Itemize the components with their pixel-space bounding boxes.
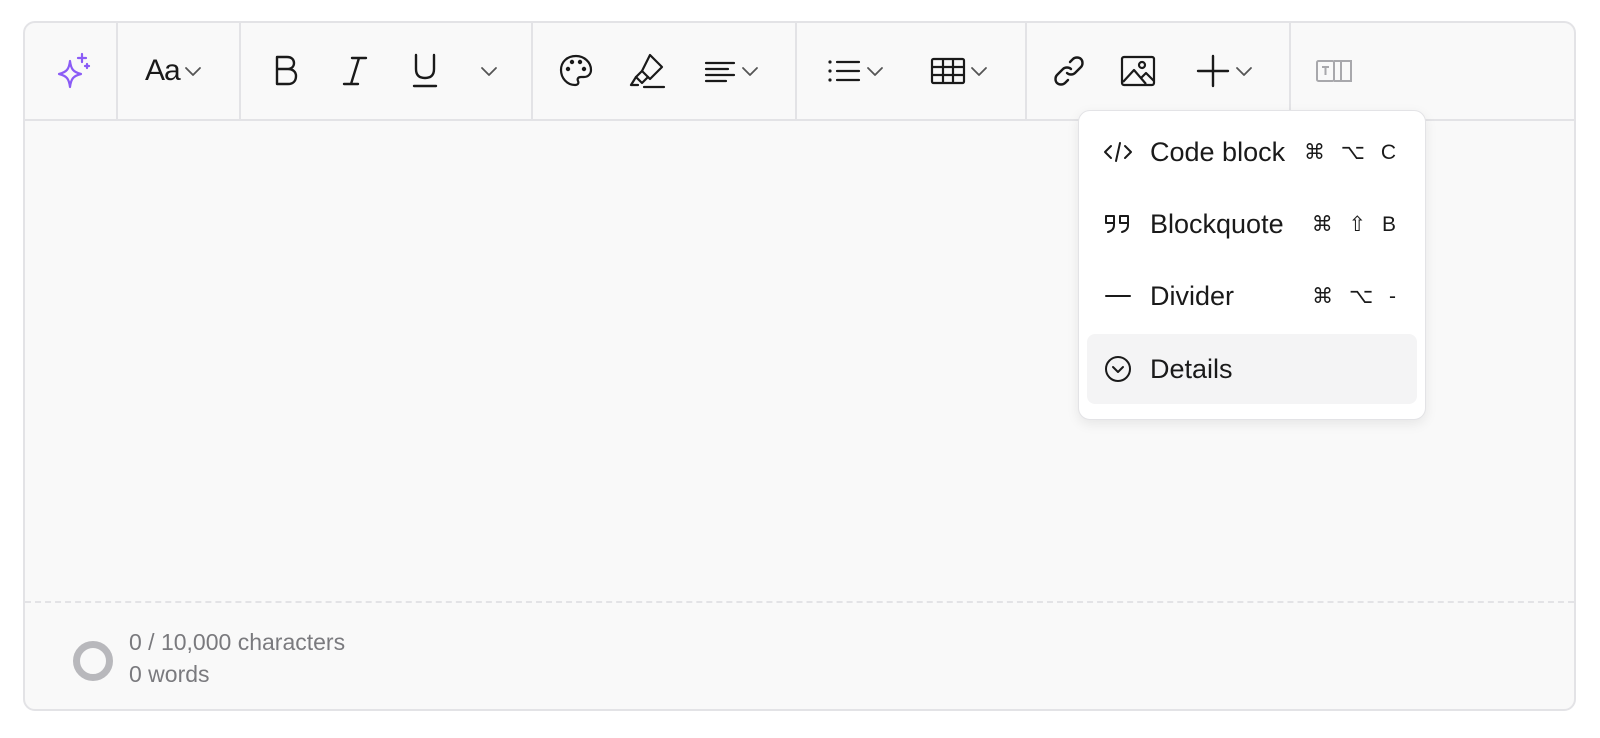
toolbar: Aa — [25, 23, 1574, 121]
insert-button[interactable] — [1195, 49, 1253, 93]
text-color-button[interactable] — [557, 49, 595, 93]
toolbar-divider — [531, 23, 533, 119]
toolbar-divider — [795, 23, 797, 119]
quote-icon — [1105, 215, 1129, 233]
character-count: 0 / 10,000 characters — [129, 629, 346, 655]
underline-button[interactable] — [409, 49, 441, 93]
editor-footer: 0 / 10,000 characters 0 words — [25, 601, 1574, 709]
toolbar-divider — [239, 23, 241, 119]
chevron-down-icon — [1236, 67, 1252, 76]
toolbar-divider — [1025, 23, 1027, 119]
list-button[interactable] — [826, 49, 884, 93]
menu-item-label: Divider — [1150, 281, 1235, 311]
chevron-down-icon — [867, 67, 883, 76]
palette-icon — [559, 54, 593, 87]
chevron-down-icon — [184, 67, 201, 76]
align-left-icon — [704, 61, 736, 83]
word-count: 0 words — [129, 661, 210, 687]
menu-item-shortcut: ⌘ ⌥ - — [1312, 285, 1401, 308]
menu-item-label: Code block — [1150, 137, 1286, 167]
sparkles-icon — [57, 52, 91, 89]
menu-item-shortcut: ⌘ ⌥ C — [1303, 141, 1401, 164]
highlight-button[interactable] — [628, 49, 668, 93]
toggle-panel-button[interactable] — [1315, 49, 1355, 93]
image-icon — [1120, 55, 1156, 87]
chevron-circle-icon — [1105, 356, 1131, 382]
menu-item-details[interactable]: Details — [1087, 334, 1417, 404]
more-formatting-button[interactable] — [480, 49, 498, 93]
image-button[interactable] — [1120, 49, 1156, 93]
menu-item-code-block[interactable]: Code block ⌘ ⌥ C — [1087, 117, 1417, 187]
toggle-panel-icon — [1316, 60, 1352, 82]
underline-icon — [412, 53, 438, 88]
highlighter-icon — [629, 53, 666, 89]
italic-icon — [342, 56, 368, 86]
italic-button[interactable] — [341, 49, 369, 93]
chevron-down-icon — [742, 67, 758, 76]
link-icon — [1054, 56, 1084, 86]
plus-icon — [1196, 54, 1230, 88]
table-icon — [930, 57, 966, 85]
font-style-button[interactable]: Aa — [145, 49, 202, 93]
menu-item-shortcut: ⌘ ⇧ B — [1311, 213, 1401, 236]
menu-item-label: Blockquote — [1150, 209, 1284, 239]
menu-item-blockquote[interactable]: Blockquote ⌘ ⇧ B — [1087, 189, 1417, 259]
divider-icon — [1105, 295, 1131, 297]
menu-item-label: Details — [1150, 354, 1233, 384]
link-button[interactable] — [1050, 49, 1088, 93]
chevron-down-icon — [481, 67, 497, 76]
code-icon — [1104, 142, 1132, 162]
bullet-list-icon — [828, 60, 861, 82]
insert-dropdown-menu: Code block ⌘ ⌥ C Blockquote ⌘ ⇧ B Divide… — [1078, 110, 1426, 420]
font-style-label: Aa — [145, 54, 181, 87]
align-button[interactable] — [703, 49, 759, 93]
toolbar-divider — [1289, 23, 1291, 119]
toolbar-divider — [116, 23, 118, 119]
bold-icon — [275, 55, 298, 86]
chevron-down-icon — [971, 67, 987, 76]
character-count-ring — [73, 641, 113, 681]
ai-assist-button[interactable] — [53, 49, 93, 93]
menu-item-divider[interactable]: Divider ⌘ ⌥ - — [1087, 261, 1417, 331]
bold-button[interactable] — [270, 49, 302, 93]
table-button[interactable] — [930, 49, 988, 93]
